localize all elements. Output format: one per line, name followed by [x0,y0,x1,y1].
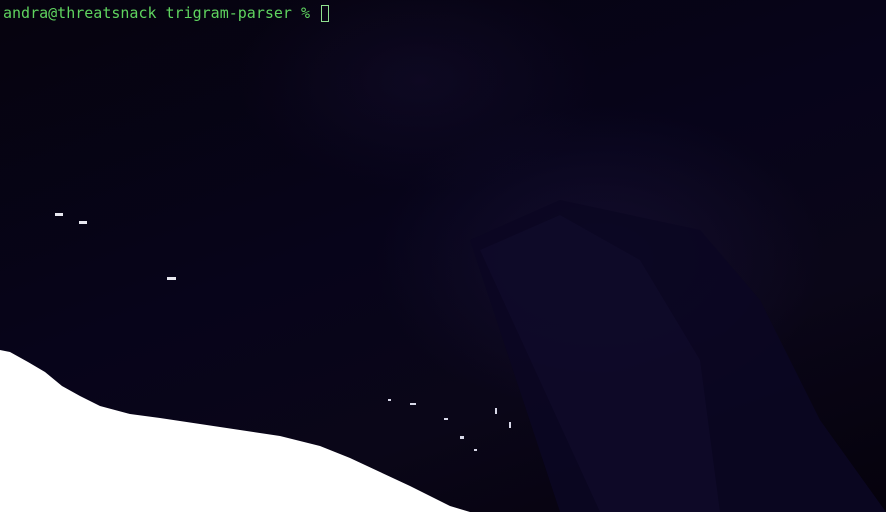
snow-speck [55,213,63,216]
snow-speck [388,399,391,401]
prompt-symbol: % [300,4,310,22]
snow-speck [167,277,176,280]
snow-speck [460,436,464,439]
snow-speck [495,408,497,414]
snow-speck [410,403,416,405]
wallpaper-background [0,200,886,512]
snow-speck [444,418,448,420]
snow-speck [79,221,87,224]
terminal-window[interactable]: andra@threatsnack trigram-parser% [0,0,886,512]
prompt-user-host: andra@threatsnack [3,4,157,22]
snow-slope [0,350,470,512]
prompt-directory: trigram-parser [165,4,292,22]
snow-speck [474,449,477,451]
block-cursor-icon [321,4,329,22]
shell-prompt[interactable]: andra@threatsnack trigram-parser% [3,3,329,23]
snow-speck [509,422,511,428]
